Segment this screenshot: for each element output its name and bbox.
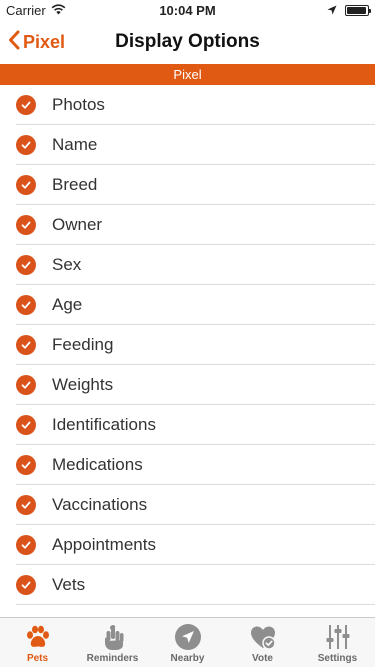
display-options-list: Photos Name Breed Owner Sex Age Feeding Weights… <box>0 85 375 605</box>
chevron-left-icon <box>8 30 20 55</box>
sliders-icon <box>323 622 353 652</box>
back-button-label: Pixel <box>23 31 66 52</box>
checkmark-icon <box>16 375 36 395</box>
option-row[interactable]: Appointments <box>0 525 375 565</box>
tab-label: Reminders <box>86 653 139 664</box>
checkmark-icon <box>16 95 36 115</box>
back-button[interactable]: Pixel <box>8 20 65 64</box>
battery-level <box>347 7 366 14</box>
checkmark-icon <box>16 575 36 595</box>
tab-label: Pets <box>26 653 49 664</box>
navigation-bar: Pixel Display Options <box>0 20 375 64</box>
location-arrow-icon <box>173 622 203 652</box>
tab-label: Settings <box>317 653 358 664</box>
option-label: Owner <box>52 215 103 234</box>
heart-check-icon <box>248 622 278 652</box>
checkmark-icon <box>16 415 36 435</box>
checkmark-icon <box>16 255 36 275</box>
status-bar: Carrier 10:04 PM <box>0 0 375 20</box>
tab-label: Vote <box>252 653 273 664</box>
option-row[interactable]: Identifications <box>0 405 375 445</box>
tab-reminders[interactable]: Reminders <box>75 618 150 667</box>
option-row[interactable]: Medications <box>0 445 375 485</box>
option-row[interactable]: Feeding <box>0 325 375 365</box>
option-row[interactable]: Name <box>0 125 375 165</box>
option-label: Sex <box>52 255 82 274</box>
checkmark-icon <box>16 455 36 475</box>
checkmark-icon <box>16 215 36 235</box>
status-right <box>327 3 371 18</box>
checkmark-icon <box>16 495 36 515</box>
checkmark-icon <box>16 335 36 355</box>
option-label: Appointments <box>52 535 156 554</box>
option-label: Vets <box>52 575 86 594</box>
option-row[interactable]: Age <box>0 285 375 325</box>
option-label: Vaccinations <box>52 495 148 514</box>
option-label: Weights <box>52 375 114 394</box>
option-row[interactable]: Vaccinations <box>0 485 375 525</box>
option-label: Feeding <box>52 335 114 354</box>
option-row[interactable]: Breed <box>0 165 375 205</box>
section-header: Pixel <box>0 64 375 85</box>
option-row[interactable]: Vets <box>0 565 375 605</box>
tab-vote[interactable]: Vote <box>225 618 300 667</box>
hand-string-icon <box>98 622 128 652</box>
option-row[interactable]: Sex <box>0 245 375 285</box>
option-label: Identifications <box>52 415 156 434</box>
option-label: Age <box>52 295 83 314</box>
option-label: Breed <box>52 175 98 194</box>
location-services-icon <box>327 3 337 18</box>
paw-icon <box>23 622 53 652</box>
option-label: Medications <box>52 455 143 474</box>
checkmark-icon <box>16 535 36 555</box>
tab-nearby[interactable]: Nearby <box>150 618 225 667</box>
option-label: Photos <box>52 95 105 114</box>
tab-pets[interactable]: Pets <box>0 618 75 667</box>
option-row[interactable]: Weights <box>0 365 375 405</box>
status-time: 10:04 PM <box>159 3 216 18</box>
battery-icon <box>345 5 371 16</box>
checkmark-icon <box>16 295 36 315</box>
option-row[interactable]: Owner <box>0 205 375 245</box>
tab-settings[interactable]: Settings <box>300 618 375 667</box>
checkmark-icon <box>16 135 36 155</box>
tab-label: Nearby <box>170 653 205 664</box>
option-label: Name <box>52 135 98 154</box>
option-row[interactable]: Photos <box>0 85 375 125</box>
tab-bar: Pets Reminders Nearby Vote Settings <box>0 617 375 667</box>
checkmark-icon <box>16 175 36 195</box>
